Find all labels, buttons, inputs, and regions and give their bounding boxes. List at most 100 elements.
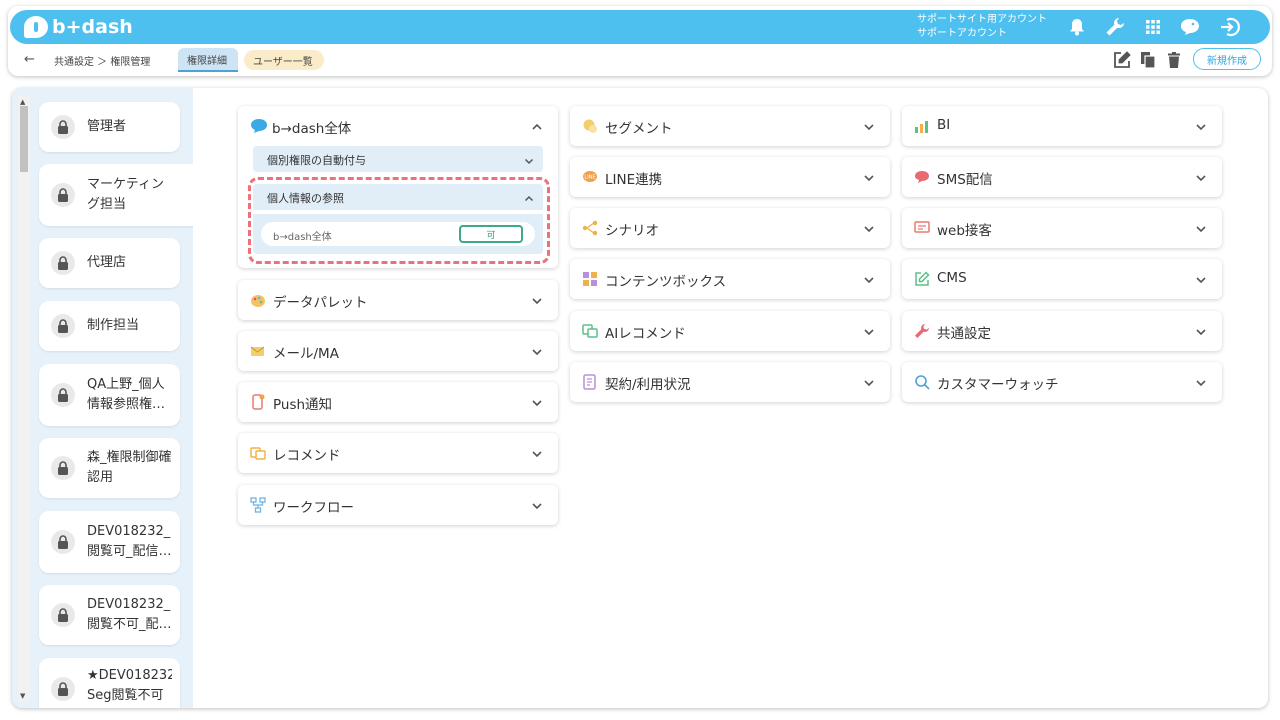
lock-icon xyxy=(51,456,75,480)
role-item-dev-viewable[interactable]: DEV018232_閲覧可_配信… xyxy=(39,511,180,573)
category-cms[interactable]: CMS xyxy=(902,259,1222,299)
category-workflow[interactable]: ワークフロー xyxy=(238,485,558,525)
account-info: サポートサイト用アカウント サポートアカウント xyxy=(917,13,1047,41)
lock-icon xyxy=(51,383,75,407)
highlight-dashed-box xyxy=(248,177,550,264)
top-bar: b+dash サポートサイト用アカウント サポートアカウント xyxy=(10,10,1270,44)
role-item-agency[interactable]: 代理店 xyxy=(39,238,180,288)
apps-grid-icon[interactable] xyxy=(1141,15,1165,39)
scroll-up-arrow-icon[interactable]: ▲ xyxy=(20,98,25,106)
role-item-dev-seg[interactable]: ★DEV018232 Seg閲覧不可 xyxy=(39,658,180,708)
logo[interactable]: b+dash xyxy=(24,15,133,39)
chevron-down-icon[interactable] xyxy=(523,152,535,165)
category-common-settings[interactable]: 共通設定 xyxy=(902,311,1222,351)
role-label: DEV018232_閲覧可_配信… xyxy=(87,524,172,559)
chevron-down-icon[interactable] xyxy=(530,446,544,460)
role-item-mori[interactable]: 森_権限制御確認用 xyxy=(39,438,180,498)
category-web-service[interactable]: web接客 xyxy=(902,208,1222,248)
tab-user-list[interactable]: ユーザー一覧 xyxy=(244,50,324,70)
palette-icon xyxy=(250,292,266,308)
sub-auto-grant[interactable]: 個別権限の自動付与 xyxy=(253,146,543,172)
scrollbar[interactable]: ▲ ▼ xyxy=(18,96,30,702)
category-bi[interactable]: BI xyxy=(902,106,1222,146)
scroll-thumb[interactable] xyxy=(20,106,28,172)
push-icon xyxy=(250,394,266,410)
category-ai-recommend[interactable]: AIレコメンド xyxy=(570,311,890,351)
back-arrow-icon[interactable]: ← xyxy=(24,52,35,67)
role-label: 管理者 xyxy=(87,119,127,134)
category-label: コンテンツボックス xyxy=(605,274,727,290)
chevron-down-icon[interactable] xyxy=(530,344,544,358)
lock-icon xyxy=(51,183,75,207)
role-item-production[interactable]: 制作担当 xyxy=(39,301,180,351)
category-label: Push通知 xyxy=(273,397,333,413)
chevron-down-icon[interactable] xyxy=(862,272,876,286)
scroll-down-arrow-icon[interactable]: ▼ xyxy=(20,692,25,700)
chevron-down-icon[interactable] xyxy=(862,170,876,184)
line-icon: LINE xyxy=(582,169,598,185)
chevron-down-icon[interactable] xyxy=(1194,375,1208,389)
category-label: レコメンド xyxy=(273,448,341,464)
category-contents-box[interactable]: コンテンツボックス xyxy=(570,259,890,299)
role-label: QA上野_個人情報参照権… xyxy=(87,377,166,412)
chevron-down-icon[interactable] xyxy=(1194,119,1208,133)
chevron-down-icon[interactable] xyxy=(1194,324,1208,338)
svg-text:LINE: LINE xyxy=(584,175,595,181)
lock-icon xyxy=(51,530,75,554)
role-item-qa-ueno[interactable]: QA上野_個人情報参照権… xyxy=(39,364,180,426)
role-label: 制作担当 xyxy=(87,318,140,333)
lock-icon xyxy=(51,603,75,627)
trash-icon[interactable] xyxy=(1164,50,1184,70)
bell-icon[interactable] xyxy=(1065,15,1089,39)
category-label: ワークフロー xyxy=(273,500,354,516)
logout-icon[interactable] xyxy=(1218,15,1242,39)
copy-icon[interactable] xyxy=(1138,50,1158,70)
lock-icon xyxy=(51,677,75,701)
role-label: 代理店 xyxy=(87,255,127,270)
category-customer-watch[interactable]: カスタマーウォッチ xyxy=(902,362,1222,402)
category-recommend[interactable]: レコメンド xyxy=(238,433,558,473)
common-settings-icon xyxy=(914,323,930,339)
segment-icon xyxy=(582,118,598,134)
category-label: セグメント xyxy=(605,121,673,137)
ai-recommend-icon xyxy=(582,323,598,339)
category-contract[interactable]: 契約/利用状況 xyxy=(570,362,890,402)
chevron-down-icon[interactable] xyxy=(862,119,876,133)
category-line[interactable]: LINE LINE連携 xyxy=(570,157,890,197)
chevron-down-icon[interactable] xyxy=(530,395,544,409)
category-mail-ma[interactable]: メール/MA xyxy=(238,331,558,371)
role-item-admin[interactable]: 管理者 xyxy=(39,102,180,152)
category-label: データパレット xyxy=(273,295,368,311)
category-bdash-all: b→dash全体 個別権限の自動付与 個人情報の参照 b→dash全体 可 xyxy=(238,106,558,268)
role-label: DEV018232_閲覧不可_配… xyxy=(87,597,172,632)
new-create-button[interactable]: 新規作成 xyxy=(1193,48,1261,70)
category-push[interactable]: Push通知 xyxy=(238,382,558,422)
chevron-down-icon[interactable] xyxy=(1194,272,1208,286)
wrench-icon[interactable] xyxy=(1103,15,1127,39)
chevron-down-icon[interactable] xyxy=(530,293,544,307)
chevron-down-icon[interactable] xyxy=(862,221,876,235)
edit-icon[interactable] xyxy=(1112,50,1132,70)
chevron-down-icon[interactable] xyxy=(862,375,876,389)
tab-permission-detail[interactable]: 権限詳細 xyxy=(178,48,238,72)
chevron-down-icon[interactable] xyxy=(530,498,544,512)
role-label: 森_権限制御確認用 xyxy=(87,450,172,485)
category-label: 契約/利用状況 xyxy=(605,377,691,393)
category-sms[interactable]: SMS配信 xyxy=(902,157,1222,197)
category-header[interactable]: b→dash全体 xyxy=(238,106,558,146)
category-scenario[interactable]: シナリオ xyxy=(570,208,890,248)
scenario-icon xyxy=(582,220,598,236)
customer-watch-icon xyxy=(914,374,930,390)
mail-icon xyxy=(250,343,266,359)
role-item-dev-not-viewable[interactable]: DEV018232_閲覧不可_配… xyxy=(39,585,180,645)
category-segment[interactable]: セグメント xyxy=(570,106,890,146)
role-label: マーケティング担当 xyxy=(87,177,164,212)
role-item-marketing[interactable]: マーケティング担当 xyxy=(39,164,205,226)
chevron-up-icon[interactable] xyxy=(530,119,544,138)
category-data-palette[interactable]: データパレット xyxy=(238,280,558,320)
chevron-down-icon[interactable] xyxy=(1194,170,1208,184)
support-bird-icon[interactable] xyxy=(1178,15,1202,39)
chevron-down-icon[interactable] xyxy=(862,324,876,338)
category-label: b→dash全体 xyxy=(272,121,352,137)
chevron-down-icon[interactable] xyxy=(1194,221,1208,235)
